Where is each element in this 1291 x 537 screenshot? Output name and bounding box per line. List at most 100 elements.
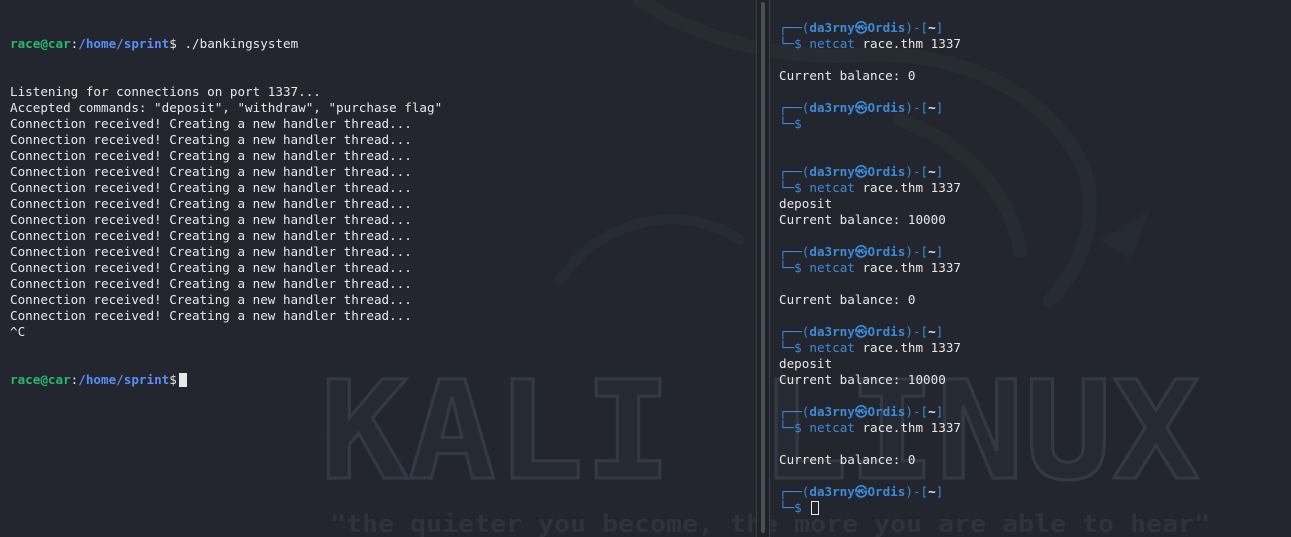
netcat-command: netcat: [809, 420, 855, 435]
left-last-prompt-line[interactable]: race@car:/home/sprint$: [10, 372, 442, 388]
output-line: Connection received! Creating a new hand…: [10, 180, 412, 195]
netcat-command: netcat: [809, 36, 855, 51]
prompt-user-host: race@car: [10, 36, 71, 51]
left-terminal-output[interactable]: race@car:/home/sprint$ ./bankingsystem L…: [10, 4, 442, 420]
netcat-command: netcat: [809, 260, 855, 275]
left-first-prompt-line: race@car:/home/sprint$ ./bankingsystem: [10, 36, 299, 51]
prompt-dir: ~: [928, 164, 936, 179]
netcat-command: netcat: [809, 340, 855, 355]
output-line: Current balance: 0: [779, 292, 916, 307]
prompt-at-icon: ㉿: [854, 404, 868, 419]
prompt-dir: ~: [928, 20, 936, 35]
prompt-dir: ~: [928, 324, 936, 339]
output-line: Connection received! Creating a new hand…: [10, 244, 412, 259]
prompt-at-icon: ㉿: [854, 324, 868, 339]
output-line: deposit: [779, 196, 833, 211]
prompt-header-line: ┌──(da3rny㉿Ordis)-[~]: [779, 244, 944, 259]
terminal-cursor: [811, 501, 820, 515]
prompt-host: Ordis: [867, 404, 906, 419]
output-line: Connection received! Creating a new hand…: [10, 228, 412, 243]
output-line: Connection received! Creating a new hand…: [10, 308, 412, 323]
output-line: deposit: [779, 356, 833, 371]
prompt-host: Ordis: [867, 100, 906, 115]
prompt-command-line[interactable]: └─$ netcat race.thm 1337: [779, 340, 961, 356]
command-text: ./bankingsystem: [176, 36, 299, 51]
netcat-args: race.thm 1337: [854, 36, 962, 51]
right-terminal-output[interactable]: ┌──(da3rny㉿Ordis)-[~] └─$ netcat race.thm…: [779, 20, 961, 516]
output-line: Connection received! Creating a new hand…: [10, 212, 412, 227]
netcat-command: netcat: [809, 180, 855, 195]
prompt-dir: ~: [928, 484, 936, 499]
prompt-user: da3rny: [809, 164, 855, 179]
prompt-user: da3rny: [809, 20, 855, 35]
prompt-host: Ordis: [867, 484, 906, 499]
prompt-at-icon: ㉿: [854, 484, 868, 499]
prompt-at-icon: ㉿: [854, 244, 868, 259]
output-line: Current balance: 0: [779, 452, 916, 467]
output-line: Connection received! Creating a new hand…: [10, 116, 412, 131]
output-line: Connection received! Creating a new hand…: [10, 276, 412, 291]
output-line: Current balance: 10000: [779, 372, 946, 387]
output-line: Current balance: 0: [779, 68, 916, 83]
prompt-host: Ordis: [867, 324, 906, 339]
prompt-dir: ~: [928, 404, 936, 419]
output-line: Connection received! Creating a new hand…: [10, 196, 412, 211]
terminal-cursor: [178, 373, 187, 387]
pane-divider[interactable]: [756, 0, 770, 537]
prompt-user: da3rny: [809, 404, 855, 419]
prompt-command-line[interactable]: └─$: [779, 116, 961, 132]
prompt-dir: ~: [928, 244, 936, 259]
prompt-user: da3rny: [809, 484, 855, 499]
prompt-user: da3rny: [809, 100, 855, 115]
left-output-lines: Listening for connections on port 1337..…: [10, 84, 442, 340]
prompt-header-line: ┌──(da3rny㉿Ordis)-[~]: [779, 484, 944, 499]
prompt-host: Ordis: [867, 20, 906, 35]
prompt-host: Ordis: [867, 164, 906, 179]
output-line: Current balance: 10000: [779, 212, 946, 227]
netcat-args: race.thm 1337: [854, 260, 962, 275]
output-line: Connection received! Creating a new hand…: [10, 132, 412, 147]
left-terminal-pane[interactable]: race@car:/home/sprint$ ./bankingsystem L…: [0, 0, 756, 537]
prompt-path: /home/sprint: [78, 36, 170, 51]
prompt-header-line: ┌──(da3rny㉿Ordis)-[~]: [779, 404, 944, 419]
prompt-header-line: ┌──(da3rny㉿Ordis)-[~]: [779, 100, 944, 115]
output-line: Connection received! Creating a new hand…: [10, 260, 412, 275]
output-line: Accepted commands: "deposit", "withdraw"…: [10, 100, 443, 115]
prompt-header-line: ┌──(da3rny㉿Ordis)-[~]: [779, 20, 944, 35]
prompt-command-line[interactable]: └─$ netcat race.thm 1337: [779, 420, 961, 436]
scrollbar-thumb[interactable]: [761, 2, 765, 533]
prompt-user: da3rny: [809, 324, 855, 339]
prompt-at-icon: ㉿: [854, 100, 868, 115]
prompt-command-line[interactable]: └─$: [779, 500, 961, 516]
netcat-args: race.thm 1337: [854, 420, 962, 435]
prompt-command-line[interactable]: └─$ netcat race.thm 1337: [779, 180, 961, 196]
output-line: Connection received! Creating a new hand…: [10, 292, 412, 307]
prompt-command-line[interactable]: └─$ netcat race.thm 1337: [779, 36, 961, 52]
prompt-header-line: ┌──(da3rny㉿Ordis)-[~]: [779, 164, 944, 179]
prompt-dir: ~: [928, 100, 936, 115]
netcat-args: race.thm 1337: [854, 180, 962, 195]
prompt-command-line[interactable]: └─$ netcat race.thm 1337: [779, 260, 961, 276]
output-line: Connection received! Creating a new hand…: [10, 164, 412, 179]
netcat-args: race.thm 1337: [854, 340, 962, 355]
output-line: Listening for connections on port 1337..…: [10, 84, 321, 99]
desktop-screen: KALI LINUX "the quieter you become, the …: [0, 0, 1291, 537]
prompt-user: da3rny: [809, 244, 855, 259]
right-terminal-pane[interactable]: ┌──(da3rny㉿Ordis)-[~] └─$ netcat race.thm…: [770, 0, 1291, 537]
output-line: Connection received! Creating a new hand…: [10, 148, 412, 163]
prompt-at-icon: ㉿: [854, 164, 868, 179]
prompt-header-line: ┌──(da3rny㉿Ordis)-[~]: [779, 324, 944, 339]
prompt-host: Ordis: [867, 244, 906, 259]
output-line: ^C: [10, 324, 26, 339]
prompt-at-icon: ㉿: [854, 20, 868, 35]
